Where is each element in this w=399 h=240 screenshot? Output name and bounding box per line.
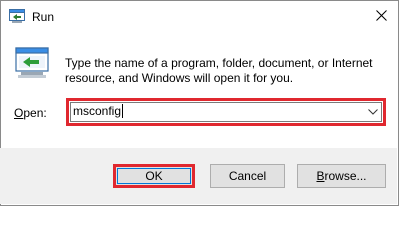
- text-caret: [122, 104, 124, 118]
- run-icon: [15, 47, 49, 79]
- open-label-text: pen:: [23, 106, 47, 120]
- ok-button-label: OK: [145, 169, 163, 183]
- close-icon: [375, 8, 387, 26]
- run-description: Type the name of a program, folder, docu…: [65, 56, 373, 85]
- open-label: Open:: [14, 106, 47, 121]
- open-label-hotkey: O: [14, 106, 24, 120]
- open-input-value: msconfig: [73, 104, 122, 118]
- browse-button-label: Browse...: [316, 169, 366, 183]
- chevron-down-icon[interactable]: [367, 106, 379, 118]
- cancel-button[interactable]: Cancel: [210, 164, 285, 188]
- title-bar: Run: [1, 1, 398, 32]
- run-icon: [9, 9, 25, 24]
- open-combobox[interactable]: msconfig: [66, 98, 386, 126]
- browse-label-text: rowse...: [324, 169, 367, 183]
- open-input[interactable]: msconfig: [73, 103, 124, 119]
- cancel-button-label: Cancel: [228, 169, 267, 183]
- close-button[interactable]: [372, 8, 390, 26]
- browse-button[interactable]: Browse...: [297, 164, 386, 188]
- window-title: Run: [32, 10, 55, 24]
- browse-hotkey: B: [316, 169, 325, 183]
- ok-button[interactable]: OK: [113, 164, 195, 188]
